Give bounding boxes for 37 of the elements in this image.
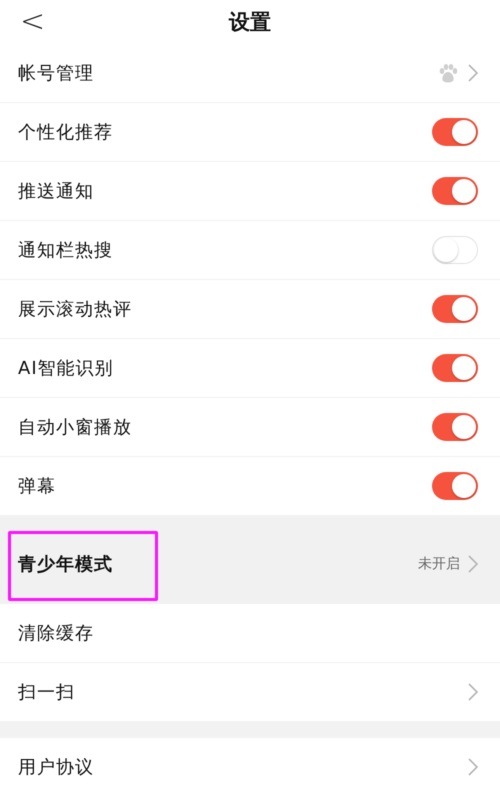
row-label: 帐号管理 <box>18 62 95 85</box>
row-label: 自动小窗播放 <box>18 416 133 439</box>
row-label: 通知栏热搜 <box>18 239 114 262</box>
settings-row[interactable]: 展示滚动热评 <box>0 280 500 339</box>
chevron-icon <box>468 758 478 776</box>
row-label: 推送通知 <box>18 180 95 203</box>
toggle-switch[interactable] <box>432 236 478 264</box>
settings-row[interactable]: 个性化推荐 <box>0 103 500 162</box>
row-label: 个性化推荐 <box>18 121 114 144</box>
toggle-switch[interactable] <box>432 118 478 146</box>
settings-row[interactable]: AI智能识别 <box>0 339 500 398</box>
row-label: 展示滚动热评 <box>18 298 133 321</box>
row-label: 弹幕 <box>18 475 57 498</box>
row-label: 青少年模式 <box>18 553 114 576</box>
paw-icon <box>438 63 458 83</box>
toggle-switch[interactable] <box>432 177 478 205</box>
settings-row[interactable]: 推送通知 <box>0 162 500 221</box>
settings-row[interactable]: 清除缓存 <box>0 604 500 663</box>
chevron-icon <box>468 555 478 573</box>
row-label: 扫一扫 <box>18 681 76 704</box>
settings-row[interactable]: 自动小窗播放 <box>0 398 500 457</box>
toggle-switch[interactable] <box>432 472 478 500</box>
settings-row[interactable]: 帐号管理 <box>0 44 500 103</box>
settings-row[interactable]: 通知栏热搜 <box>0 221 500 280</box>
chevron-icon <box>468 64 478 82</box>
chevron-icon <box>468 683 478 701</box>
row-label: 用户协议 <box>18 756 95 779</box>
settings-row[interactable]: 用户协议 <box>0 738 500 788</box>
toggle-switch[interactable] <box>432 413 478 441</box>
page-title: 设置 <box>229 9 271 36</box>
row-label: 清除缓存 <box>18 622 95 645</box>
toggle-switch[interactable] <box>432 354 478 382</box>
toggle-switch[interactable] <box>432 295 478 323</box>
back-button[interactable]: < <box>14 4 52 39</box>
row-label: AI智能识别 <box>18 357 115 380</box>
settings-row[interactable]: 青少年模式 未开启 <box>0 516 500 604</box>
status-text: 未开启 <box>418 555 460 573</box>
